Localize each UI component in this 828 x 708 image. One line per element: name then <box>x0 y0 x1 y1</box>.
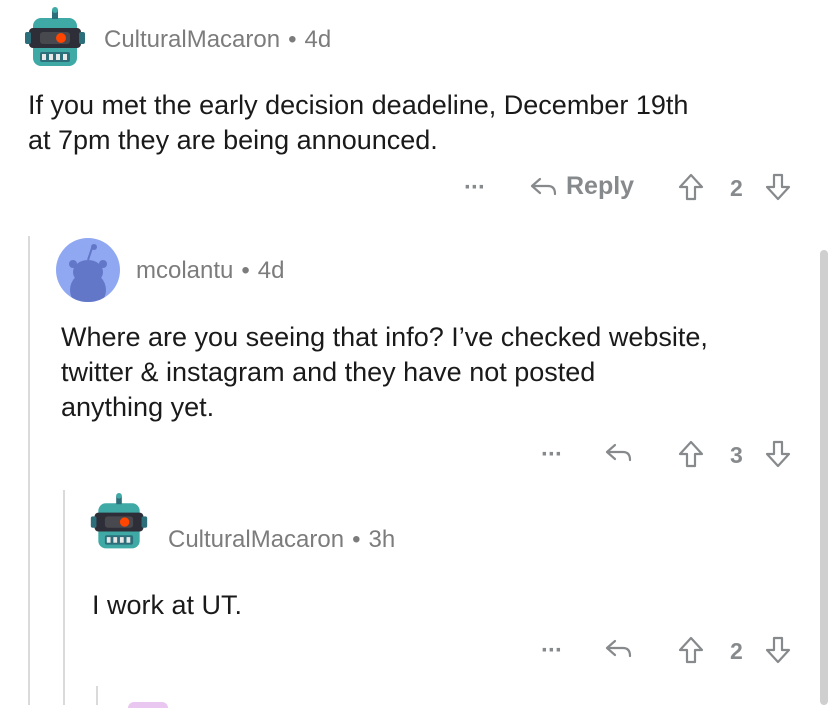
downvote-button[interactable] <box>764 439 792 469</box>
robot-avatar[interactable] <box>88 492 150 554</box>
vote-count: 3 <box>730 442 743 468</box>
vote-count: 2 <box>730 638 743 664</box>
comment-text-line: twitter & instagram and they have not po… <box>61 357 596 387</box>
comment-text-line: at 7pm they are being announced. <box>28 125 438 155</box>
more-options-icon: ··· <box>541 441 563 468</box>
comment-text-line: If you met the early decision deadeline,… <box>28 90 689 120</box>
comment-username-line: CulturalMacaron • 4d <box>104 26 331 54</box>
more-options-icon: ··· <box>541 637 563 664</box>
more-options-icon: ··· <box>464 174 486 201</box>
reply-button[interactable]: Reply <box>528 172 634 201</box>
upvote-button[interactable] <box>677 635 705 665</box>
reply-arrow-icon <box>605 443 632 462</box>
thread-line[interactable] <box>63 490 65 705</box>
scrollbar[interactable] <box>820 250 828 705</box>
comment-text-line: Where are you seeing that info? I’ve che… <box>61 322 708 352</box>
downvote-arrow-icon <box>765 440 791 468</box>
downvote-button[interactable] <box>764 172 792 202</box>
separator-dot: • <box>288 26 297 53</box>
comment-text-line: anything yet. <box>61 392 215 422</box>
upvote-button[interactable] <box>677 172 705 202</box>
downvote-arrow-icon <box>765 173 791 201</box>
more-options-button[interactable]: ··· <box>464 174 486 202</box>
comment-age: 4d <box>257 257 285 284</box>
downvote-button[interactable] <box>764 635 792 665</box>
reply-arrow-icon <box>530 177 557 195</box>
more-options-button[interactable]: ··· <box>541 441 563 469</box>
separator-dot: • <box>241 257 250 284</box>
upvote-arrow-icon <box>678 636 704 664</box>
vote-count: 2 <box>730 175 743 201</box>
robot-avatar-icon <box>90 492 148 549</box>
upvote-button[interactable] <box>677 439 705 469</box>
reply-label: Reply <box>566 172 635 200</box>
thread-line[interactable] <box>28 236 30 705</box>
upvote-arrow-icon <box>678 440 704 468</box>
upvote-arrow-icon <box>678 173 704 201</box>
default-snoo-avatar[interactable] <box>56 238 120 302</box>
comment-username-line: mcolantu • 4d <box>136 257 285 285</box>
comment-text-line: I work at UT. <box>92 590 243 620</box>
comment-username-line: CulturalMacaron • 3h <box>168 526 395 554</box>
username[interactable]: CulturalMacaron <box>168 526 344 553</box>
reply-button[interactable] <box>603 636 633 662</box>
reply-button[interactable] <box>603 440 633 466</box>
comment-age: 4d <box>304 26 332 53</box>
reply-arrow-icon <box>605 639 632 658</box>
comment-body: Where are you seeing that info? I’ve che… <box>61 320 708 425</box>
downvote-arrow-icon <box>765 636 791 664</box>
next-comment-avatar-edge <box>128 702 168 708</box>
snoo-avatar-icon <box>69 244 107 302</box>
comment-body: If you met the early decision deadeline,… <box>28 88 688 158</box>
comment-body: I work at UT. <box>92 588 242 623</box>
robot-avatar-icon <box>25 7 85 66</box>
comment-age: 3h <box>368 526 396 553</box>
thread-line[interactable] <box>96 686 98 705</box>
username[interactable]: CulturalMacaron <box>104 26 280 53</box>
more-options-button[interactable]: ··· <box>541 637 563 665</box>
username[interactable]: mcolantu <box>136 257 233 284</box>
separator-dot: • <box>352 526 361 553</box>
robot-avatar[interactable] <box>22 6 88 72</box>
